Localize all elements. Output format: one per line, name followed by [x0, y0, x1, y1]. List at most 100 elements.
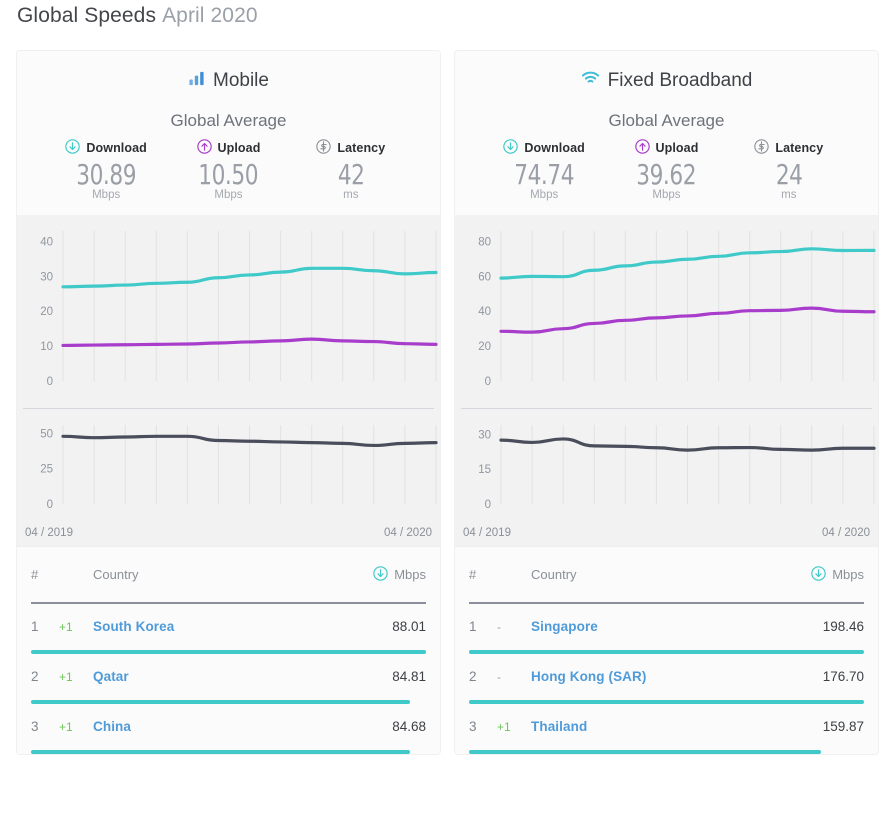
table-header: # Country Mbps: [469, 547, 864, 602]
upload-circle-icon: [635, 139, 650, 157]
svg-text:0: 0: [47, 499, 53, 511]
x-axis-start: 04 / 2019: [25, 527, 73, 539]
latency-chart: 50250: [17, 409, 440, 527]
stat-download: Download 74.74 Mbps: [483, 139, 605, 201]
stat-unit: ms: [290, 189, 412, 201]
global-average-heading: Global Average: [455, 111, 878, 131]
panel-header: Mobile Global Average Download 30.89 Mbp…: [17, 51, 440, 215]
table-row[interactable]: 1 - Singapore 198.46: [469, 604, 864, 650]
x-axis-start: 04 / 2019: [463, 527, 511, 539]
row-country-link[interactable]: Singapore: [531, 619, 823, 634]
col-metric[interactable]: Mbps: [373, 566, 426, 584]
chart-svg: 80 60 40 20 0: [455, 215, 878, 403]
page-title-main: Global Speeds: [17, 4, 156, 27]
col-metric[interactable]: Mbps: [811, 566, 864, 584]
col-metric-label: Mbps: [832, 567, 864, 582]
row-rank-change: -: [497, 670, 531, 684]
row-speed-value: 176.70: [823, 669, 864, 684]
table-row[interactable]: 3 +1 Thailand 159.87: [469, 704, 864, 750]
table-row[interactable]: 1 +1 South Korea 88.01: [31, 604, 426, 650]
row-country-link[interactable]: Hong Kong (SAR): [531, 669, 823, 684]
svg-text:30: 30: [40, 272, 53, 284]
speed-chart: 403020100: [17, 215, 440, 408]
col-rank: #: [31, 567, 59, 582]
stat-download: Download 30.89 Mbps: [45, 139, 167, 201]
country-ranking-table: # Country Mbps 1 +1 South Korea 88.01: [17, 546, 440, 754]
row-speed-bar: [31, 750, 410, 754]
stat-value: 39.62: [614, 160, 719, 189]
svg-text:50: 50: [40, 429, 53, 441]
table-row[interactable]: 3 +1 China 84.68: [31, 704, 426, 750]
wifi-icon: [581, 70, 600, 92]
col-metric-label: Mbps: [394, 567, 426, 582]
row-speed-value: 88.01: [392, 619, 426, 634]
x-axis-end: 04 / 2020: [822, 527, 870, 539]
stat-label-text: Upload: [218, 141, 261, 155]
stat-unit: Mbps: [605, 189, 727, 201]
panel-fixed-broadband: Fixed Broadband Global Average Download …: [455, 51, 878, 754]
chart-svg: 50250: [17, 409, 440, 522]
table-header: # Country Mbps: [31, 547, 426, 602]
bar-chart-icon: [188, 70, 205, 93]
row-rank-change: -: [497, 620, 531, 634]
svg-text:15: 15: [478, 464, 491, 476]
row-rank: 1: [31, 619, 59, 634]
svg-text:80: 80: [478, 237, 491, 249]
svg-text:60: 60: [478, 272, 491, 284]
svg-text:20: 20: [478, 341, 491, 353]
stat-unit: Mbps: [45, 189, 167, 201]
stat-latency: Latency 24 ms: [728, 139, 850, 201]
stat-label-row: Download: [483, 139, 605, 157]
page-title: Global Speeds April 2020: [17, 4, 258, 28]
row-speed-value: 159.87: [823, 719, 864, 734]
row-rank: 3: [469, 719, 497, 734]
panel-type: Mobile: [17, 68, 440, 94]
stat-label-row: Latency: [728, 139, 850, 157]
page-title-period: April 2020: [162, 4, 258, 27]
chart-svg: 403020100: [17, 215, 440, 403]
chart-svg: 30150: [455, 409, 878, 522]
svg-text:0: 0: [485, 376, 491, 388]
speed-chart: 80 60 40 20 0: [455, 215, 878, 408]
stat-value: 30.89: [54, 160, 159, 189]
stat-label-row: Upload: [605, 139, 727, 157]
latency-chart: 30150: [455, 409, 878, 527]
download-circle-icon: [503, 139, 518, 157]
row-speed-value: 84.68: [392, 719, 426, 734]
row-country-link[interactable]: South Korea: [93, 619, 392, 634]
x-axis-dates: 04 / 2019 04 / 2020: [17, 527, 440, 546]
row-speed-bar: [469, 750, 821, 754]
stat-value: 42: [298, 160, 403, 189]
row-country-link[interactable]: Thailand: [531, 719, 823, 734]
stat-label-text: Download: [524, 141, 585, 155]
stat-latency: Latency 42 ms: [290, 139, 412, 201]
stats-row: Download 74.74 Mbps Upload 39.62 Mbps: [455, 139, 878, 215]
latency-circle-icon: [754, 139, 769, 157]
download-circle-icon: [811, 566, 826, 584]
stat-value: 74.74: [492, 160, 597, 189]
row-rank: 1: [469, 619, 497, 634]
stat-unit: Mbps: [483, 189, 605, 201]
col-country: Country: [531, 567, 811, 582]
global-average-heading: Global Average: [17, 111, 440, 131]
stat-label-text: Latency: [337, 141, 385, 155]
download-circle-icon: [373, 566, 388, 584]
stat-upload: Upload 10.50 Mbps: [167, 139, 289, 201]
table-row[interactable]: 2 - Hong Kong (SAR) 176.70: [469, 654, 864, 700]
row-rank: 3: [31, 719, 59, 734]
table-row[interactable]: 2 +1 Qatar 84.81: [31, 654, 426, 700]
stats-row: Download 30.89 Mbps Upload 10.50 Mbps: [17, 139, 440, 215]
row-rank-change: +1: [59, 620, 93, 634]
x-axis-dates: 04 / 2019 04 / 2020: [455, 527, 878, 546]
svg-text:40: 40: [478, 307, 491, 319]
row-rank: 2: [31, 669, 59, 684]
row-country-link[interactable]: China: [93, 719, 392, 734]
row-country-link[interactable]: Qatar: [93, 669, 392, 684]
panel-type: Fixed Broadband: [455, 68, 878, 94]
stat-unit: ms: [728, 189, 850, 201]
download-circle-icon: [65, 139, 80, 157]
svg-text:40: 40: [40, 237, 53, 249]
stat-label-row: Latency: [290, 139, 412, 157]
stat-unit: Mbps: [167, 189, 289, 201]
svg-text:30: 30: [478, 430, 491, 442]
